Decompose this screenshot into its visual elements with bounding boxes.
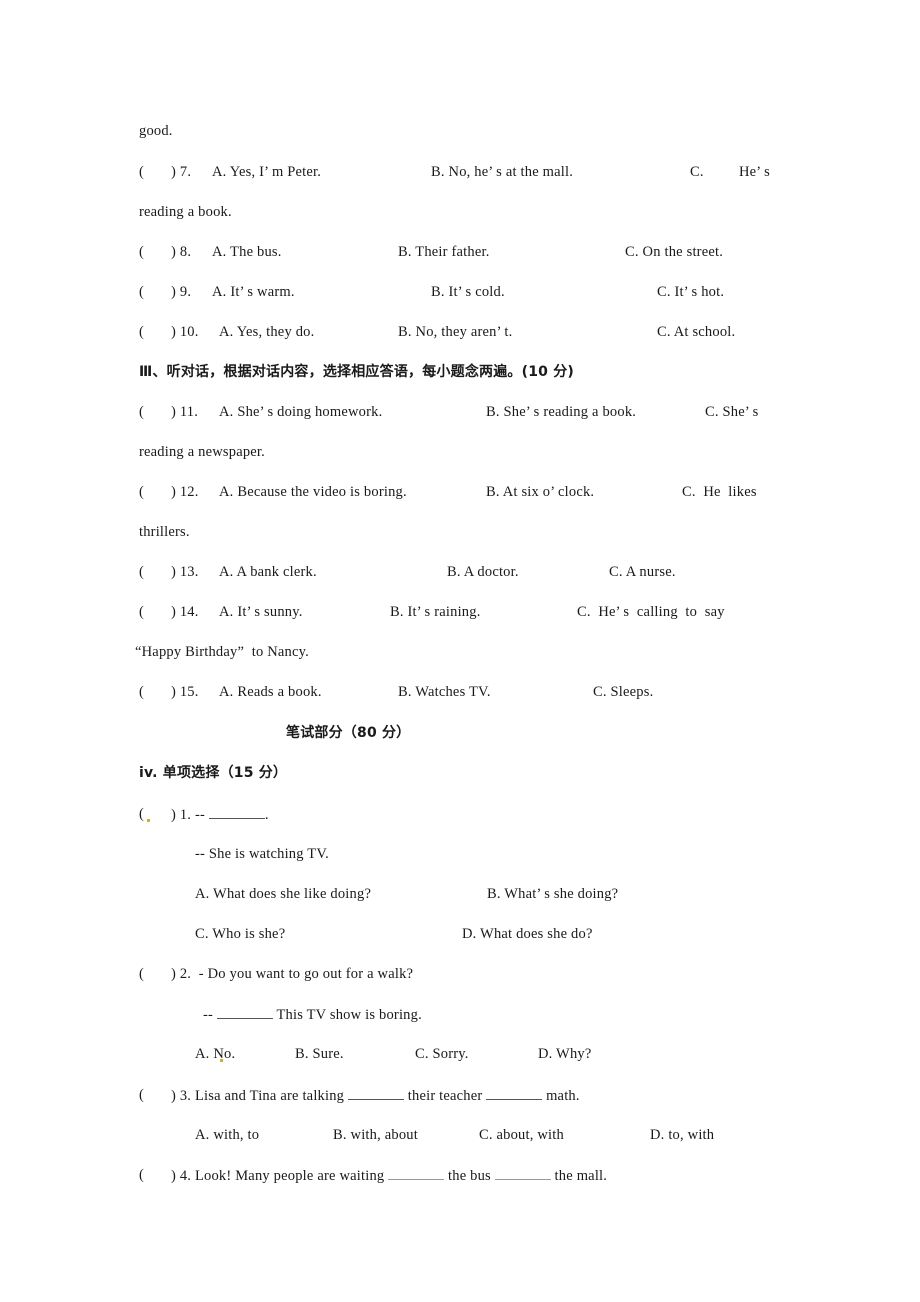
option-c: C. bbox=[690, 164, 704, 180]
option-d: D. What does she do? bbox=[462, 926, 593, 942]
question-number: ) 15. bbox=[171, 684, 199, 700]
option-b: B. She’ s reading a book. bbox=[486, 404, 637, 420]
question-number: ) 8. bbox=[171, 244, 192, 260]
question-7: ( ) 7. A. Yes, I’ m Peter. B. No, he’ s … bbox=[139, 162, 784, 302]
option-b: B. No, he’ s at the mall. bbox=[431, 164, 574, 180]
reply-text: -- This TV show is boring. bbox=[203, 1004, 422, 1025]
cursor-mark bbox=[147, 819, 150, 822]
option-c: C. Sleeps. bbox=[593, 684, 654, 700]
question-stem: ) 2. - Do you want to go out for a walk? bbox=[171, 966, 414, 982]
answer-blank[interactable] bbox=[216, 1004, 273, 1019]
question-number: ) 14. bbox=[171, 604, 199, 620]
option-d: D. Why? bbox=[538, 1046, 592, 1062]
answer-paren-open: ( bbox=[139, 284, 145, 300]
option-a: A. She’ s doing homework. bbox=[219, 404, 383, 420]
option-a: A. Yes, they do. bbox=[219, 324, 315, 340]
question-number: ) 9. bbox=[171, 284, 192, 300]
option-a: A. No. bbox=[195, 1046, 236, 1062]
option-a: A. Yes, I’ m Peter. bbox=[212, 164, 322, 180]
option-c-wrap: thrillers. bbox=[139, 524, 190, 540]
answer-paren-open: ( bbox=[139, 484, 145, 500]
answer-paren-open: ( bbox=[139, 1087, 145, 1103]
option-c: C. At school. bbox=[657, 324, 736, 340]
question-number: ) 11. bbox=[171, 404, 199, 420]
option-b: B. with, about bbox=[333, 1127, 418, 1143]
option-a: A. It’ s sunny. bbox=[219, 604, 303, 620]
written-question-2: ( ) 2. - Do you want to go out for a wal… bbox=[139, 964, 413, 1024]
answer-paren-open: ( bbox=[139, 244, 145, 260]
continuation-text: good. bbox=[139, 123, 173, 139]
option-c: C. He likes bbox=[682, 484, 757, 500]
option-b: B. Sure. bbox=[295, 1046, 344, 1062]
option-c: C. Who is she? bbox=[195, 926, 286, 942]
written-question-3: ( ) 3. Lisa and Tina are talking their t… bbox=[139, 1085, 580, 1145]
option-c: C. He’ s calling to say bbox=[577, 604, 725, 620]
question-15: ( ) 15. A. Reads a book. B. Watches TV. … bbox=[139, 682, 653, 802]
option-a: A. with, to bbox=[195, 1127, 260, 1143]
section-3-heading: Ⅲ、听对话，根据对话内容，选择相应答语，每小题念两遍。(10 分) bbox=[139, 364, 574, 380]
option-a: A. Reads a book. bbox=[219, 684, 322, 700]
question-number: ) 12. bbox=[171, 484, 199, 500]
option-d: D. to, with bbox=[650, 1127, 715, 1143]
answer-blank[interactable] bbox=[208, 804, 265, 819]
option-b: B. It’ s cold. bbox=[431, 284, 505, 300]
answer-paren-open: ( bbox=[139, 966, 145, 982]
option-b: B. Their father. bbox=[398, 244, 490, 260]
answer-paren-open: ( bbox=[139, 806, 145, 822]
answer-blank[interactable] bbox=[347, 1085, 404, 1100]
section-4-heading: iv. 单项选择（15 分） bbox=[139, 765, 288, 781]
option-b: B. It’ s raining. bbox=[390, 604, 481, 620]
option-b: B. No, they aren’ t. bbox=[398, 324, 513, 340]
question-stem: ) 4. Look! Many people are waiting the b… bbox=[171, 1165, 607, 1186]
option-b: B. At six o’ clock. bbox=[486, 484, 595, 500]
question-stem: ) 1. -- . bbox=[171, 804, 269, 825]
option-a: A. It’ s warm. bbox=[212, 284, 295, 300]
answer-paren-open: ( bbox=[139, 564, 145, 580]
option-c: C. about, with bbox=[479, 1127, 564, 1143]
answer-paren-open: ( bbox=[139, 684, 145, 700]
answer-blank[interactable] bbox=[486, 1085, 543, 1100]
question-number: ) 7. bbox=[171, 164, 192, 180]
option-a: A. What does she like doing? bbox=[195, 886, 372, 902]
written-part-title: 笔试部分（80 分） bbox=[286, 725, 411, 741]
option-c: C. It’ s hot. bbox=[657, 284, 725, 300]
option-b: B. A doctor. bbox=[447, 564, 519, 580]
option-b: B. Watches TV. bbox=[398, 684, 491, 700]
answer-blank[interactable] bbox=[388, 1165, 445, 1180]
option-a: A. A bank clerk. bbox=[219, 564, 317, 580]
cursor-mark bbox=[220, 1059, 223, 1062]
option-a: A. The bus. bbox=[212, 244, 282, 260]
answer-blank[interactable] bbox=[494, 1165, 551, 1180]
option-c-wrap: reading a newspaper. bbox=[139, 444, 265, 460]
answer-paren-open: ( bbox=[139, 324, 145, 340]
answer-paren-open: ( bbox=[139, 604, 145, 620]
written-question-4: ( ) 4. Look! Many people are waiting the… bbox=[139, 1165, 607, 1225]
question-number: ) 13. bbox=[171, 564, 199, 580]
reply-text: -- She is watching TV. bbox=[195, 846, 329, 862]
option-c-wrap: “Happy Birthday” to Nancy. bbox=[135, 644, 309, 660]
answer-paren-open: ( bbox=[139, 404, 145, 420]
option-a: A. Because the video is boring. bbox=[219, 484, 407, 500]
option-c-text: He’ s bbox=[739, 164, 770, 180]
written-question-1: ( ) 1. -- . bbox=[139, 804, 268, 884]
option-c: C. Sorry. bbox=[415, 1046, 469, 1062]
question-stem: ) 3. Lisa and Tina are talking their tea… bbox=[171, 1085, 580, 1106]
option-c-wrap: reading a book. bbox=[139, 204, 232, 220]
option-c: C. A nurse. bbox=[609, 564, 676, 580]
option-b: B. What’ s she doing? bbox=[487, 886, 619, 902]
answer-paren-open: ( bbox=[139, 1167, 145, 1183]
question-number: ) 10. bbox=[171, 324, 199, 340]
option-c: C. She’ s bbox=[705, 404, 759, 420]
answer-paren-open: ( bbox=[139, 164, 145, 180]
option-c: C. On the street. bbox=[625, 244, 724, 260]
